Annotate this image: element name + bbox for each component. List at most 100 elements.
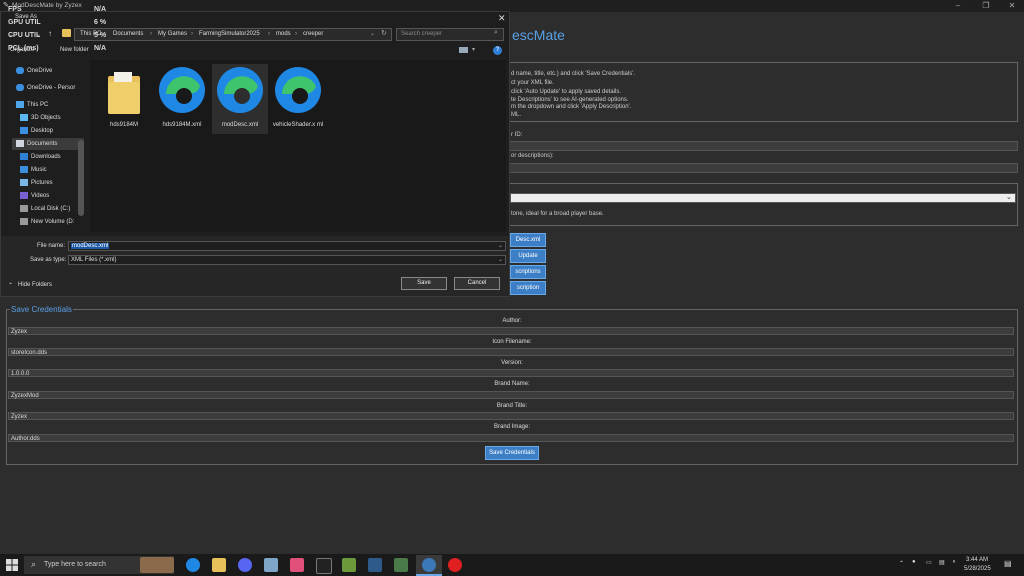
pictures-icon	[20, 178, 28, 186]
performance-overlay: FPS N/A GPU UTIL 6 % CPU UTIL 5 % PCL (ms) N…	[8, 6, 106, 58]
description-group	[507, 183, 1018, 226]
nav-item-music[interactable]: Music	[20, 164, 47, 176]
author-input[interactable]: Zyzex	[8, 327, 1014, 335]
overlay-label: CPU UTIL	[8, 32, 41, 39]
nav-item-label: New Volume (D:	[31, 219, 75, 225]
file-item-folder[interactable]: hds9184M	[96, 64, 152, 134]
dialog-close-icon[interactable]: ✕	[498, 13, 506, 24]
nav-item-onedrive-personal[interactable]: OneDrive - Persor	[16, 82, 75, 94]
nav-item-pictures[interactable]: Pictures	[20, 177, 53, 189]
close-button[interactable]: ✕	[1000, 1, 1024, 11]
breadcrumb-item[interactable]: creeper	[303, 31, 323, 37]
keywords-input[interactable]	[507, 163, 1018, 173]
chevron-down-icon[interactable]: ⌄	[498, 242, 503, 249]
app-icon-pink[interactable]	[290, 558, 304, 572]
file-item-xml[interactable]: hds9184M.xml	[154, 64, 210, 134]
cloud-icon	[16, 83, 24, 91]
notepad-icon[interactable]	[264, 558, 278, 572]
battery-icon[interactable]: ▭	[926, 559, 932, 566]
hide-folders-button[interactable]: Hide Folders	[18, 282, 52, 288]
nav-item-videos[interactable]: Videos	[20, 190, 49, 202]
nav-item-3d-objects[interactable]: 3D Objects	[20, 112, 61, 124]
icon-filename-input[interactable]: storeIcon.dds	[8, 348, 1014, 356]
save-type-select[interactable]: XML Files (*.xml)	[68, 255, 506, 265]
version-input[interactable]: 1.0.0.0	[8, 369, 1014, 377]
overlay-row: FPS N/A	[8, 6, 106, 19]
nav-item-local-disk[interactable]: Local Disk (C:)	[20, 203, 70, 215]
help-icon[interactable]: ?	[493, 46, 502, 55]
brand-title-input[interactable]: Zyzex	[8, 412, 1014, 420]
auto-update-button[interactable]: Update	[510, 249, 546, 263]
brand-image-input[interactable]: Author.dds	[8, 434, 1014, 442]
file-item-moddesc[interactable]: modDesc.xml	[212, 64, 268, 134]
chevron-up-icon[interactable]: ⌃	[899, 560, 904, 567]
python-icon[interactable]	[422, 558, 436, 572]
search-input[interactable]: Search creeper	[396, 28, 504, 41]
maximize-button[interactable]: ❐	[974, 1, 998, 11]
document-icon	[16, 139, 24, 147]
nav-item-this-pc[interactable]: This PC	[16, 99, 48, 111]
instruction-line: te Descriptions' to see AI-generated opt…	[511, 97, 629, 103]
nav-item-label: OneDrive - Persor	[27, 85, 76, 91]
chevron-down-icon[interactable]: ⌄	[498, 256, 503, 263]
chevron-right-icon: ›	[191, 31, 193, 37]
app-icon-dark-green[interactable]	[394, 558, 408, 572]
file-name: modDesc.xml	[221, 122, 259, 128]
opera-icon[interactable]	[448, 558, 462, 572]
nav-item-label: Documents	[27, 141, 58, 147]
instruction-line: m the dropdown and click 'Apply Descript…	[511, 104, 632, 110]
nav-item-desktop[interactable]: Desktop	[20, 125, 53, 137]
computer-icon	[16, 100, 24, 108]
minimize-button[interactable]: –	[946, 1, 970, 11]
mod-id-input[interactable]	[507, 141, 1018, 151]
apply-description-button[interactable]: scription	[510, 281, 546, 295]
nav-item-new-volume[interactable]: New Volume (D:	[20, 216, 74, 228]
description-dropdown[interactable]	[510, 193, 1016, 203]
notification-icon[interactable]: ▤	[1004, 559, 1012, 568]
cloud-icon	[16, 66, 24, 74]
volume-icon[interactable]: ◖	[952, 559, 956, 565]
chevron-down-icon[interactable]: ⌄	[370, 30, 375, 37]
terminal-icon[interactable]	[316, 558, 332, 574]
nav-item-onedrive[interactable]: OneDrive	[16, 65, 52, 77]
file-name-value: modDesc.xml	[71, 243, 110, 249]
breadcrumb-item[interactable]: Documents	[113, 31, 143, 37]
nav-item-label: Downloads	[31, 154, 61, 160]
clock-time[interactable]: 3:44 AM	[966, 557, 988, 563]
view-options-icon[interactable]	[459, 47, 468, 53]
save-credentials-button[interactable]: Save Credentials	[485, 446, 539, 460]
file-explorer-icon[interactable]	[212, 558, 226, 572]
breadcrumb-item[interactable]: mods	[276, 31, 291, 37]
credentials-legend: Save Credentials	[10, 305, 73, 314]
file-item-vehicleshader[interactable]: vehicleShader.x ml	[270, 64, 326, 134]
edge-icon	[275, 67, 321, 113]
windows-start-icon[interactable]	[6, 559, 18, 571]
network-icon[interactable]: ▤	[939, 559, 945, 566]
breadcrumb-item[interactable]: FarmingSimulator2025	[199, 31, 260, 37]
nav-item-label: This PC	[27, 102, 49, 108]
file-name-input[interactable]: modDesc.xml	[68, 241, 506, 251]
chevron-down-icon[interactable]: ▾	[472, 46, 475, 53]
discord-icon[interactable]	[238, 558, 252, 572]
clock-date[interactable]: 5/28/2025	[964, 566, 991, 572]
generate-descriptions-button[interactable]: scriptions	[510, 265, 546, 279]
nav-item-label: Desktop	[31, 128, 54, 134]
nav-item-documents[interactable]: Documents	[12, 138, 84, 150]
breadcrumb-item[interactable]: My Games	[158, 31, 187, 37]
cancel-button[interactable]: Cancel	[454, 277, 500, 290]
app-icon-blue[interactable]	[368, 558, 382, 572]
edge-icon	[217, 67, 263, 113]
select-xml-button[interactable]: Desc.xml	[510, 233, 546, 247]
microphone-icon[interactable]: ●	[912, 559, 916, 565]
chevron-up-icon[interactable]: ⌃	[8, 282, 13, 289]
chevron-right-icon: ›	[295, 31, 297, 37]
refresh-icon[interactable]: ↻	[381, 29, 387, 37]
nav-item-downloads[interactable]: Downloads	[20, 151, 61, 163]
nav-scrollbar[interactable]	[78, 140, 84, 216]
brand-name-input[interactable]: ZyzexMod	[8, 391, 1014, 399]
app-icon-green[interactable]	[342, 558, 356, 572]
save-type-label: Save as type:	[30, 257, 67, 263]
instruction-line: click 'Auto Update' to apply saved detai…	[511, 89, 622, 95]
edge-taskbar-icon[interactable]	[186, 558, 200, 572]
save-button[interactable]: Save	[401, 277, 447, 290]
